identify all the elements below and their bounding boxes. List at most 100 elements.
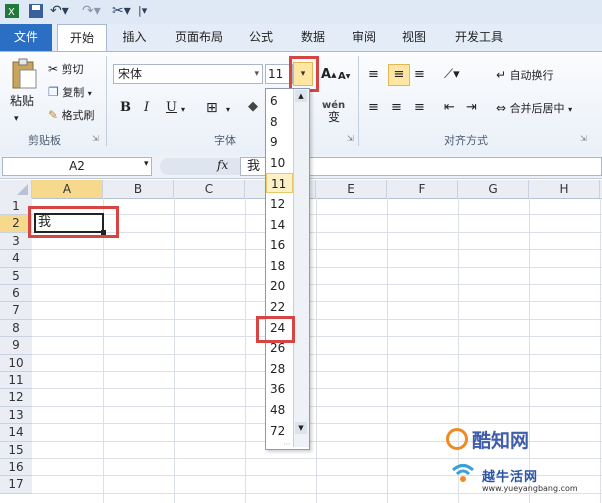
- orientation-icon[interactable]: ⟋▾: [444, 66, 460, 84]
- increase-indent-icon[interactable]: ⇥: [466, 99, 477, 117]
- font-name-combo[interactable]: 宋体 ▾: [113, 64, 263, 84]
- row-header-15[interactable]: 15: [0, 441, 32, 459]
- align-middle-icon[interactable]: ≡: [388, 64, 410, 86]
- underline-dropdown-icon[interactable]: ▾: [181, 101, 185, 119]
- column-header-e[interactable]: E: [316, 180, 387, 198]
- name-box[interactable]: A2: [2, 157, 152, 176]
- tab-review[interactable]: 审阅: [343, 24, 385, 51]
- font-size-option-11[interactable]: 11: [266, 173, 293, 194]
- font-size-option-8[interactable]: 8: [266, 112, 293, 132]
- tab-insert[interactable]: 插入: [112, 24, 157, 51]
- font-launcher-icon[interactable]: ⇲: [347, 134, 354, 143]
- italic-button[interactable]: I: [144, 99, 149, 117]
- font-size-option-36[interactable]: 36: [266, 379, 293, 399]
- copy-button[interactable]: ❐ 复制 ▾: [48, 83, 92, 101]
- font-size-option-6[interactable]: 6: [266, 91, 293, 111]
- divider: [358, 56, 359, 146]
- row-header-9[interactable]: 9: [0, 337, 32, 355]
- merge-center-button[interactable]: ⇔ 合并后居中 ▾: [496, 99, 572, 117]
- column-header-c[interactable]: C: [174, 180, 245, 198]
- borders-dropdown-icon[interactable]: ▾: [226, 101, 230, 119]
- scroll-up-icon[interactable]: ▲: [295, 90, 307, 102]
- wrap-text-label: 自动换行: [509, 69, 554, 82]
- align-center-icon[interactable]: ≡: [391, 99, 402, 117]
- customize-toolbar-icon[interactable]: |▾: [138, 3, 147, 19]
- row-header-13[interactable]: 13: [0, 406, 32, 425]
- row-header-12[interactable]: 12: [0, 389, 32, 407]
- font-size-option-72[interactable]: 72: [266, 421, 293, 441]
- wrap-text-icon: ↵: [496, 68, 507, 82]
- column-header-f[interactable]: F: [387, 180, 458, 198]
- clipboard-group-label: 剪贴板: [28, 134, 61, 147]
- tab-page-layout[interactable]: 页面布局: [165, 24, 233, 51]
- column-header-g[interactable]: G: [458, 180, 529, 198]
- shrink-font-button[interactable]: A▼: [338, 68, 350, 86]
- font-size-option-14[interactable]: 14: [266, 215, 293, 235]
- font-size-option-9[interactable]: 9: [266, 132, 293, 152]
- cut-button[interactable]: ✂ 剪切: [48, 60, 84, 78]
- row-header-4[interactable]: 4: [0, 250, 32, 268]
- svg-text:X: X: [8, 7, 15, 18]
- tab-view[interactable]: 视图: [393, 24, 435, 51]
- clipboard-launcher-icon[interactable]: ⇲: [92, 134, 99, 143]
- grow-arrow-icon: ▲: [331, 71, 337, 79]
- font-size-option-48[interactable]: 48: [266, 400, 293, 420]
- font-size-option-22[interactable]: 22: [266, 297, 293, 317]
- formula-content: 我: [247, 159, 261, 174]
- row-header-16[interactable]: 16: [0, 459, 32, 477]
- fill-color-icon[interactable]: ◆: [248, 98, 258, 116]
- font-size-option-18[interactable]: 18: [266, 256, 293, 276]
- redo-icon[interactable]: ↷▾: [82, 3, 101, 19]
- column-header-a[interactable]: A: [32, 180, 103, 198]
- row-header-10[interactable]: 10: [0, 354, 32, 372]
- wrap-text-button[interactable]: ↵ 自动换行: [496, 66, 554, 84]
- excel-app-icon: X: [4, 3, 20, 19]
- insert-function-icon[interactable]: fx: [217, 158, 228, 172]
- resize-grip-icon[interactable]: ⋯: [266, 440, 309, 448]
- grow-font-button[interactable]: A▲: [321, 66, 336, 84]
- select-all-corner[interactable]: [0, 180, 32, 198]
- row-header-6[interactable]: 6: [0, 285, 32, 303]
- row-header-8[interactable]: 8: [0, 319, 32, 338]
- bold-button[interactable]: B: [120, 99, 131, 117]
- font-size-option-28[interactable]: 28: [266, 359, 293, 379]
- column-header-h[interactable]: H: [529, 180, 600, 198]
- row-header-11[interactable]: 11: [0, 372, 32, 390]
- align-top-icon[interactable]: ≡: [368, 66, 379, 84]
- paste-dropdown-icon[interactable]: ▾: [14, 110, 19, 128]
- tab-file[interactable]: 文件: [0, 24, 52, 51]
- align-left-icon[interactable]: ≡: [368, 99, 379, 117]
- dropdown-scrollbar[interactable]: ▲ ▼: [293, 89, 309, 447]
- tab-home[interactable]: 开始: [57, 24, 107, 51]
- underline-button[interactable]: U: [166, 99, 177, 117]
- font-size-option-12[interactable]: 12: [266, 194, 293, 214]
- highlight-box-cell-a2: [28, 206, 119, 238]
- name-box-dropdown-icon[interactable]: ▾: [144, 159, 149, 169]
- align-bottom-icon[interactable]: ≡: [414, 66, 425, 84]
- align-right-icon[interactable]: ≡: [414, 99, 425, 117]
- decrease-indent-icon[interactable]: ⇤: [444, 99, 455, 117]
- customize-tools-icon[interactable]: ✂▾: [112, 3, 131, 19]
- format-painter-button[interactable]: ✎ 格式刷: [48, 106, 95, 124]
- paste-icon[interactable]: [10, 58, 38, 93]
- ribbon-tabs: 文件 开始 插入 页面布局 公式 数据 审阅 视图 开发工具: [0, 24, 602, 51]
- tab-formulas[interactable]: 公式: [240, 24, 282, 51]
- tab-developer[interactable]: 开发工具: [445, 24, 513, 51]
- copy-dropdown-icon: ▾: [87, 89, 92, 98]
- borders-icon[interactable]: ⊞: [206, 99, 218, 117]
- alignment-launcher-icon[interactable]: ⇲: [580, 134, 587, 143]
- font-size-option-10[interactable]: 10: [266, 153, 293, 173]
- font-size-option-16[interactable]: 16: [266, 235, 293, 255]
- font-size-option-20[interactable]: 20: [266, 276, 293, 296]
- tab-data[interactable]: 数据: [292, 24, 334, 51]
- row-header-14[interactable]: 14: [0, 424, 32, 442]
- column-header-b[interactable]: B: [103, 180, 174, 198]
- row-header-17[interactable]: 17: [0, 476, 32, 494]
- scroll-down-icon[interactable]: ▼: [295, 422, 307, 434]
- paste-button[interactable]: 粘贴: [10, 92, 34, 110]
- font-name-dropdown-icon[interactable]: ▾: [254, 65, 259, 83]
- row-header-5[interactable]: 5: [0, 267, 32, 285]
- row-header-7[interactable]: 7: [0, 302, 32, 320]
- save-icon[interactable]: [28, 3, 44, 19]
- undo-icon[interactable]: ↶▾: [50, 3, 69, 19]
